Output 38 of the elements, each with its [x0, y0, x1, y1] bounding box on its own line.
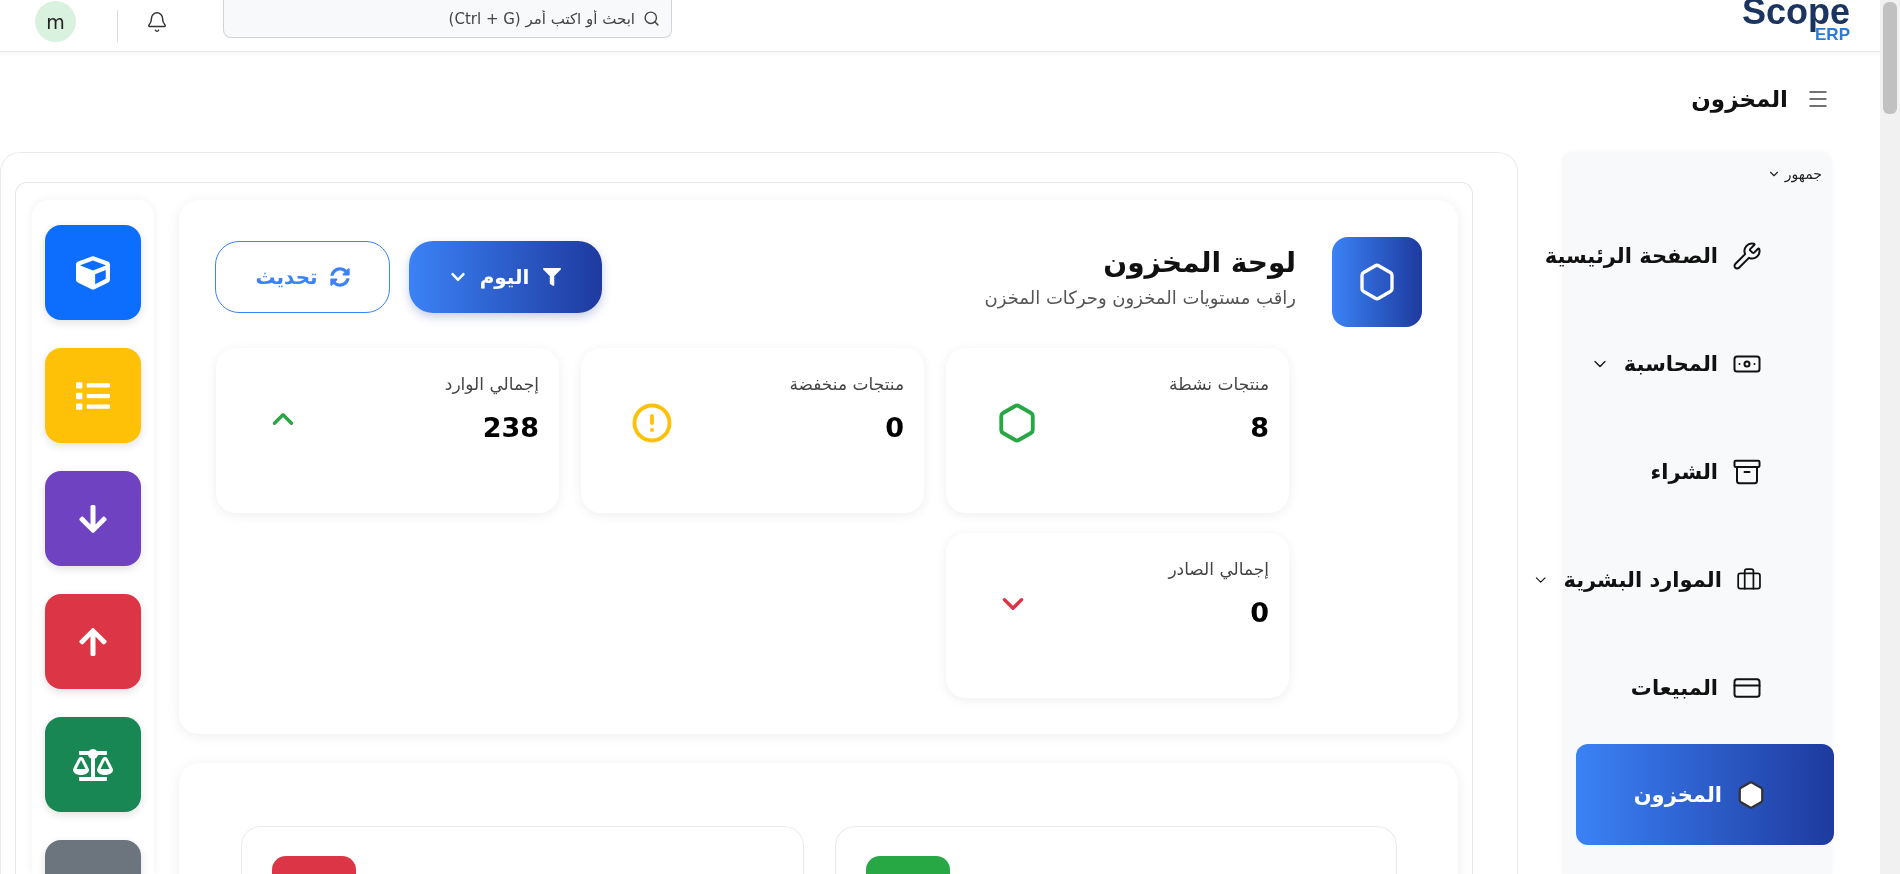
- sidebar-item[interactable]: المخزون: [1576, 744, 1834, 845]
- stat-label: إجمالي الوارد: [443, 374, 539, 394]
- stat-label: منتجات نشطة: [1168, 374, 1269, 394]
- action-button[interactable]: [45, 225, 141, 320]
- page-title: المخزون: [1691, 86, 1788, 112]
- filter-icon: [543, 268, 562, 286]
- bell-icon[interactable]: [146, 10, 168, 33]
- search-icon: [643, 10, 660, 27]
- dashboard-subtitle: راقب مستويات المخزون وحركات المخزن: [984, 287, 1296, 308]
- stat-value: 0: [1249, 597, 1269, 628]
- dashboard-title: لوحة المخزون: [1102, 246, 1296, 279]
- stat-value: 8: [1249, 412, 1269, 443]
- stat-value: 0: [884, 412, 904, 443]
- alert-icon: [631, 402, 673, 444]
- cube-icon: [76, 255, 110, 290]
- refresh-icon: [329, 267, 350, 287]
- refresh-button[interactable]: تحديث: [215, 241, 390, 313]
- action-button[interactable]: [45, 594, 141, 689]
- group-toggle[interactable]: جمهور: [1766, 166, 1832, 182]
- scrollbar-thumb[interactable]: [1883, 2, 1897, 114]
- arrow-up-icon: [77, 625, 109, 658]
- stat-value: 238: [481, 412, 539, 443]
- archive-icon: [1732, 457, 1762, 487]
- wrench-icon: [1732, 241, 1762, 271]
- action-button[interactable]: [45, 471, 141, 566]
- hexagon-icon: [996, 402, 1038, 444]
- sidebar-item[interactable]: الصفحة الرئيسية: [1532, 202, 1832, 310]
- hexagon-icon: [1736, 779, 1766, 810]
- action-button[interactable]: [45, 717, 141, 812]
- sidebar-item[interactable]: المبيعات: [1532, 634, 1832, 742]
- stat-label: منتجات منخفضة: [788, 374, 904, 394]
- sidebar-item[interactable]: الشراء: [1532, 418, 1832, 526]
- sidebar-item[interactable]: المحاسبة: [1532, 310, 1832, 418]
- stat-label: إجمالي الصادر: [1166, 559, 1269, 579]
- filter-button[interactable]: اليوم: [409, 241, 602, 313]
- arrow-down-icon: [77, 502, 109, 535]
- user-avatar[interactable]: m: [35, 1, 76, 42]
- sidebar-item[interactable]: الموارد البشرية: [1532, 526, 1832, 634]
